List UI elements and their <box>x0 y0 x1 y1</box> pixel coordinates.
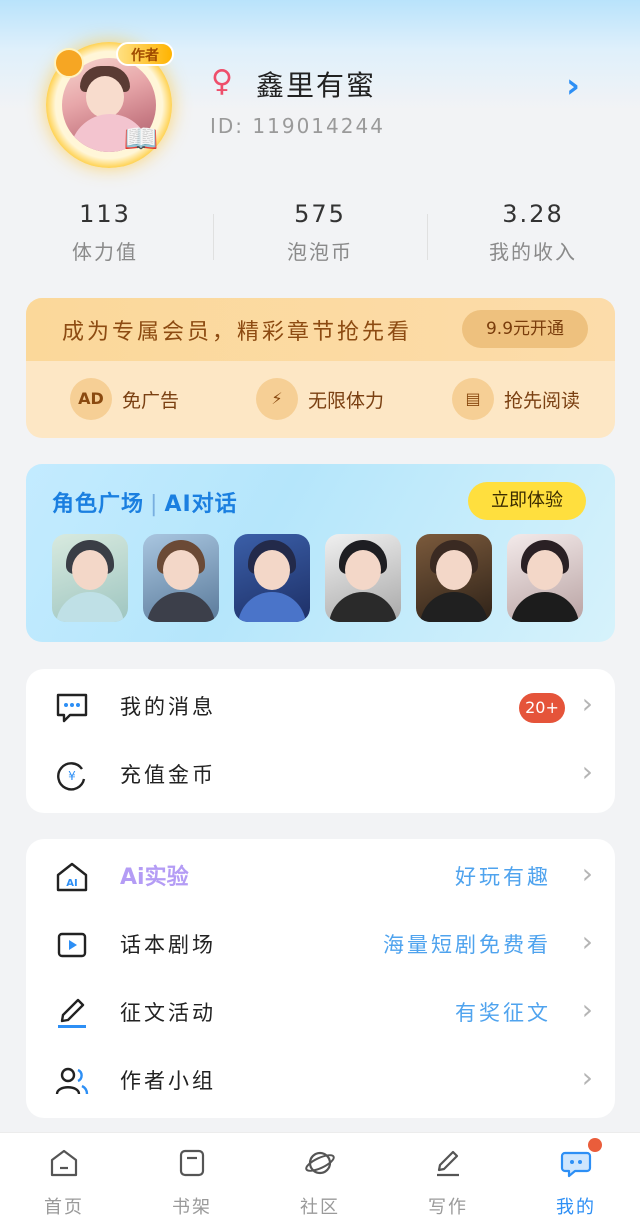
edit-pen-icon <box>437 1150 459 1177</box>
character-avatar[interactable] <box>52 534 128 622</box>
menu-item-label: 充值金币 <box>120 763 216 787</box>
tab-label: 社区 <box>300 1197 340 1218</box>
video-play-icon <box>57 932 87 958</box>
try-now-button[interactable]: 立即体验 <box>468 482 586 520</box>
nickname: 鑫里有蜜 <box>256 69 377 102</box>
menu-item-label: 征文活动 <box>120 1001 216 1025</box>
tab-bookshelf[interactable]: 书架 <box>128 1147 256 1219</box>
menu-item-recharge[interactable]: ¥ 充值金币 › <box>26 741 615 809</box>
coin-recharge-icon: ¥ <box>57 762 86 791</box>
ai-lab-label: Ai实验 <box>120 865 189 890</box>
stat-label: 体力值 <box>72 240 138 264</box>
vip-feature-label: 抢先阅读 <box>504 389 581 412</box>
vip-feature-no-ads: AD 免广告 <box>70 378 179 420</box>
ai-card-title-left: 角色广场 <box>52 492 145 517</box>
vip-subscribe-button[interactable]: 9.9元开通 <box>462 310 588 348</box>
menu-item-author-group[interactable]: 作者小组 › <box>26 1047 615 1115</box>
menu-item-label: 我的消息 <box>120 695 216 719</box>
stat-bubble-coins[interactable]: 575 泡泡币 <box>215 200 425 265</box>
notification-dot <box>588 1138 602 1152</box>
stat-stamina[interactable]: 113 体力值 <box>0 200 210 265</box>
chevron-right-icon: › <box>581 687 593 720</box>
chat-bubble-icon <box>56 693 88 723</box>
character-avatar[interactable] <box>507 534 583 622</box>
unread-badge: 20+ <box>519 693 565 723</box>
tab-write[interactable]: 写作 <box>384 1147 512 1219</box>
pen-icon <box>58 998 86 1028</box>
bottom-tab-bar: 首页 书架 社区 写作 我的 <box>0 1132 640 1229</box>
profile-face-icon <box>560 1151 592 1178</box>
ai-role-card[interactable]: 角色广场 | AI对话 立即体验 <box>26 464 615 642</box>
chevron-right-icon: › <box>581 755 593 788</box>
chevron-right-icon: › <box>581 925 593 958</box>
svg-text:AI: AI <box>66 878 77 889</box>
stat-label: 泡泡币 <box>287 240 353 264</box>
ad-free-icon: AD <box>70 378 112 420</box>
vip-banner[interactable]: 成为专属会员，精彩章节抢先看 9.9元开通 AD 免广告 ⚡ 无限体力 ▤ 抢先… <box>26 298 615 438</box>
tab-community[interactable]: 社区 <box>256 1147 384 1219</box>
tab-label: 首页 <box>44 1197 84 1218</box>
menu-item-messages[interactable]: 我的消息 20+ › <box>26 673 615 741</box>
book-ornament-icon: 📖 <box>123 122 159 155</box>
book-icon: ▤ <box>452 378 494 420</box>
vip-title: 成为专属会员，精彩章节抢先看 <box>62 320 413 345</box>
female-gender-icon: ♀ <box>211 64 233 99</box>
profile-header[interactable]: 作者 📖 ♀ 鑫里有蜜 ID: 119014244 › <box>0 30 640 170</box>
character-avatar[interactable] <box>234 534 310 622</box>
tab-mine[interactable]: 我的 <box>512 1147 640 1219</box>
user-group-icon <box>55 1067 89 1095</box>
chevron-right-icon: › <box>581 993 593 1026</box>
tab-label: 书架 <box>172 1197 212 1218</box>
stat-value: 575 <box>294 200 346 228</box>
stat-value: 3.28 <box>502 200 564 228</box>
stat-income[interactable]: 3.28 我的收入 <box>428 200 638 265</box>
menu-item-ai-lab[interactable]: AI Ai实验 好玩有趣 › <box>26 843 615 911</box>
lightning-icon: ⚡ <box>256 378 298 420</box>
menu-panel-account: 我的消息 20+ › ¥ 充值金币 › <box>26 669 615 813</box>
tab-home[interactable]: 首页 <box>0 1147 128 1219</box>
divider <box>213 214 214 260</box>
vip-feature-label: 免广告 <box>122 389 180 412</box>
planet-icon <box>305 1151 335 1175</box>
menu-panel-features: AI Ai实验 好玩有趣 › 话本剧场 海量短剧免费看 › 征文活动 有奖征文 … <box>26 839 615 1118</box>
tab-label: 我的 <box>556 1197 596 1218</box>
bookshelf-icon <box>179 1149 205 1177</box>
author-badge: 作者 <box>116 42 174 66</box>
chevron-right-icon: › <box>581 857 593 890</box>
tab-label: 写作 <box>428 1197 468 1218</box>
menu-item-subtitle: 好玩有趣 <box>455 865 551 889</box>
ai-home-icon: AI <box>56 862 88 892</box>
stats-bar: 113 体力值 575 泡泡币 3.28 我的收入 <box>0 200 640 280</box>
user-id: ID: 119014244 <box>210 114 385 138</box>
menu-item-subtitle: 海量短剧免费看 <box>383 933 551 957</box>
menu-item-contest[interactable]: 征文活动 有奖征文 › <box>26 979 615 1047</box>
frame-ornament-icon <box>54 48 84 78</box>
character-avatar[interactable] <box>416 534 492 622</box>
ai-card-title: 角色广场 | AI对话 <box>52 486 238 518</box>
stat-value: 113 <box>79 200 131 228</box>
menu-item-label: 话本剧场 <box>120 933 216 957</box>
svg-text:¥: ¥ <box>68 769 76 783</box>
chevron-right-icon: › <box>581 1061 593 1094</box>
vip-feature-early-reading: ▤ 抢先阅读 <box>452 378 580 420</box>
vip-feature-label: 无限体力 <box>308 389 385 412</box>
profile-arrow-icon[interactable]: › <box>566 66 580 106</box>
character-avatar[interactable] <box>325 534 401 622</box>
ai-card-title-right: AI对话 <box>164 492 238 517</box>
menu-item-label: 作者小组 <box>120 1069 216 1093</box>
home-icon <box>50 1149 78 1177</box>
stat-label: 我的收入 <box>489 240 577 264</box>
menu-item-theater[interactable]: 话本剧场 海量短剧免费看 › <box>26 911 615 979</box>
vip-feature-unlimited-stamina: ⚡ 无限体力 <box>256 378 384 420</box>
menu-item-subtitle: 有奖征文 <box>455 1001 551 1025</box>
ai-card-separator: | <box>150 492 159 517</box>
character-avatar[interactable] <box>143 534 219 622</box>
